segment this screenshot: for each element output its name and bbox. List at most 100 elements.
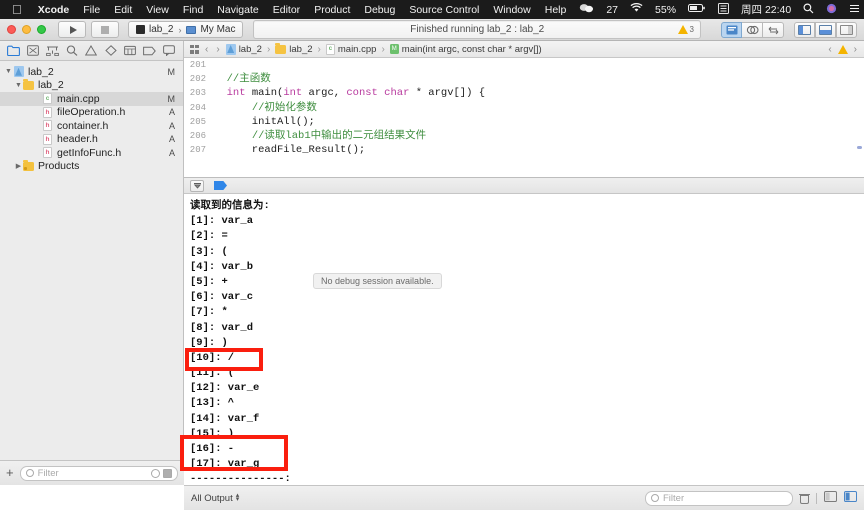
issue-next-button[interactable]: › [852, 44, 859, 55]
function-icon [389, 44, 399, 54]
warning-triangle-icon[interactable] [837, 44, 848, 54]
navigator-tab-breakpoint[interactable] [142, 44, 158, 58]
tree-row-group-lab2[interactable]: ▼ lab_2 [0, 78, 183, 93]
tree-row-main-cpp[interactable]: c main.cpp M [0, 92, 183, 106]
navigator-tab-symbol[interactable] [45, 44, 61, 58]
source-control-filter-icon[interactable] [163, 468, 172, 478]
trash-icon[interactable] [799, 493, 810, 504]
apple-logo-icon[interactable]:  [6, 3, 31, 17]
activity-status-bar[interactable]: Finished running lab_2 : lab_2 3 [253, 20, 701, 39]
filter-placeholder: Filter [37, 467, 59, 479]
navigate-back-button[interactable]: ‹ [203, 44, 210, 55]
output-scope-selector[interactable]: All Output ▴ ▾ [191, 492, 239, 504]
navigator-tab-find[interactable] [64, 44, 80, 58]
related-items-icon[interactable] [190, 44, 199, 54]
wifi-icon[interactable] [624, 3, 649, 16]
breadcrumb-project[interactable]: lab_2 [225, 43, 262, 55]
console-line: [15]: ) [190, 427, 235, 440]
navigator-tab-debug[interactable] [122, 44, 138, 58]
debug-area-disclosure-button[interactable] [190, 179, 204, 192]
debug-panel-toggle[interactable] [815, 21, 836, 38]
filter-icon [25, 469, 34, 477]
menu-product[interactable]: Product [307, 4, 357, 16]
breadcrumb-file[interactable]: c main.cpp [325, 43, 376, 55]
menu-help[interactable]: Help [538, 4, 574, 16]
notification-center-icon[interactable] [843, 3, 864, 17]
variables-view-toggle[interactable] [824, 491, 837, 505]
close-window-button[interactable] [7, 25, 16, 34]
console-filter-input[interactable]: Filter [645, 490, 793, 506]
disclosure-triangle-icon[interactable]: ▼ [14, 82, 23, 89]
menubar-status-items: 27 55% 周四 22:40 [573, 2, 864, 17]
navigator-tab-report[interactable] [161, 44, 177, 58]
menu-editor[interactable]: Editor [266, 4, 307, 16]
code-line: 202 //主函数 [184, 72, 864, 86]
console-line: [9]: ) [190, 336, 228, 349]
menu-xcode[interactable]: Xcode [31, 4, 77, 16]
menubar-clock[interactable]: 周四 22:40 [735, 2, 797, 17]
zoom-window-button[interactable] [37, 25, 46, 34]
blue-tag-icon[interactable] [214, 181, 227, 190]
menu-window[interactable]: Window [486, 4, 537, 16]
navigator-tab-test[interactable] [103, 44, 119, 58]
add-file-button[interactable]: + [6, 466, 14, 481]
navigator-panel-toggle[interactable] [794, 21, 815, 38]
header-file-icon: h [42, 120, 53, 132]
tree-row-header-h[interactable]: h header.h A [0, 133, 183, 147]
folder-icon [275, 42, 287, 54]
standard-editor-button[interactable] [721, 21, 742, 38]
code-text-area[interactable]: 201 202 //主函数 203 int main(int argc, con… [184, 58, 864, 177]
console-line: [10]: / [190, 351, 235, 364]
scheme-selector[interactable]: lab_2 › My Mac [128, 21, 244, 38]
code-comment: //初始化参数 [251, 101, 317, 114]
spotlight-search-icon[interactable] [797, 3, 820, 17]
menu-find[interactable]: Find [176, 4, 210, 16]
input-source-icon[interactable] [712, 2, 735, 17]
code-keyword: int [283, 87, 303, 100]
siri-icon[interactable] [820, 3, 843, 17]
tree-row-getinfofunc-h[interactable]: h getInfoFunc.h A [0, 146, 183, 160]
assistant-editor-button[interactable] [742, 21, 763, 38]
editor-scroll-indicator[interactable] [857, 146, 862, 149]
navigate-forward-button[interactable]: › [214, 44, 221, 55]
console-view-toggle[interactable] [844, 491, 857, 505]
menu-debug[interactable]: Debug [357, 4, 402, 16]
menu-edit[interactable]: Edit [107, 4, 139, 16]
version-editor-button[interactable] [763, 21, 784, 38]
menu-view[interactable]: View [139, 4, 176, 16]
tree-row-fileoperation-h[interactable]: h fileOperation.h A [0, 106, 183, 120]
line-number: 203 [189, 88, 206, 99]
navigator-tab-source-control[interactable] [25, 44, 41, 58]
speech-bubbles-icon[interactable] [573, 3, 600, 16]
warning-indicator[interactable]: 3 [677, 25, 694, 34]
jump-bar: ‹ › lab_2 › lab_2 › c main.cpp › main(in… [184, 41, 864, 58]
issue-previous-button[interactable]: ‹ [826, 44, 833, 55]
tree-row-products[interactable]: ▶ Products [0, 159, 183, 174]
navigator-tab-issue[interactable] [83, 44, 99, 58]
breadcrumb-symbol[interactable]: main(int argc, const char * argv[]) [389, 44, 542, 55]
disclosure-triangle-icon[interactable]: ▼ [4, 68, 13, 75]
menu-file[interactable]: File [76, 4, 107, 16]
minimize-window-button[interactable] [22, 25, 31, 34]
line-number: 201 [189, 60, 206, 70]
run-button[interactable] [58, 21, 86, 38]
console-line: [6]: var_c [190, 291, 254, 304]
battery-percent: 55% [646, 3, 676, 16]
tree-row-project[interactable]: ▼ lab_2 M [0, 65, 183, 79]
tree-row-container-h[interactable]: h container.h A [0, 119, 183, 133]
xcode-window:  Xcode File Edit View Find Navigate Edi… [0, 0, 864, 510]
breadcrumb-group[interactable]: lab_2 [275, 42, 313, 55]
disclosure-triangle-icon[interactable]: ▶ [14, 162, 23, 170]
menu-navigate[interactable]: Navigate [210, 4, 265, 16]
menu-source-control[interactable]: Source Control [402, 4, 486, 16]
navigator-filter-input[interactable]: Filter [19, 465, 178, 481]
navigator-tab-project[interactable] [6, 44, 22, 58]
line-number: 206 [189, 130, 206, 141]
code-line: 204 //初始化参数 [184, 101, 864, 115]
battery-icon[interactable] [682, 3, 712, 16]
stop-button[interactable] [91, 21, 119, 38]
utilities-panel-toggle[interactable] [836, 21, 857, 38]
mac-device-icon [186, 25, 197, 34]
recent-files-filter-icon[interactable] [151, 468, 160, 478]
